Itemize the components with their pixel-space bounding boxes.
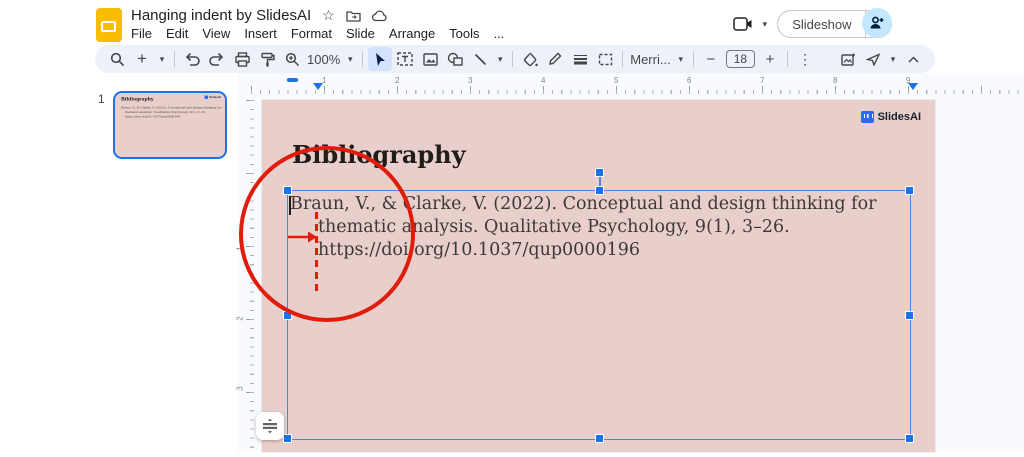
menu-slide[interactable]: Slide (339, 24, 382, 43)
print-icon[interactable] (230, 47, 254, 71)
annotation-hanging-indent-line (315, 212, 318, 294)
increase-font-size-icon[interactable]: + (758, 47, 782, 71)
ruler-number: 5 (614, 76, 618, 85)
right-indent-marker[interactable] (908, 83, 918, 90)
move-folder-icon[interactable] (346, 10, 361, 22)
slide-thumbnail[interactable]: SlidesAI Bibliography Braun, V., & Clark… (113, 91, 227, 159)
search-menus-icon[interactable] (105, 47, 129, 71)
menu-file[interactable]: File (124, 24, 159, 43)
slidesai-icon (205, 96, 209, 100)
border-dash-icon[interactable] (593, 47, 617, 71)
google-slides-logo[interactable] (96, 8, 122, 42)
undo-icon[interactable] (180, 47, 204, 71)
annotation-circle (239, 146, 415, 322)
insert-image-icon[interactable] (418, 47, 442, 71)
share-button[interactable] (862, 8, 892, 38)
toolbar-separator (362, 51, 363, 67)
thumbnail-slidesai-badge: SlidesAI (205, 96, 221, 100)
border-weight-icon[interactable] (568, 47, 592, 71)
resize-handle-top-right[interactable] (906, 187, 913, 194)
menu-bar: File Edit View Insert Format Slide Arran… (124, 24, 511, 43)
menu-edit[interactable]: Edit (159, 24, 195, 43)
annotation-arrow-icon (288, 228, 318, 246)
resize-handle-bottom-right[interactable] (906, 435, 913, 442)
ruler-number: 7 (760, 76, 764, 85)
toolbar-separator (693, 51, 694, 67)
document-title[interactable]: Hanging indent by SlidesAI (131, 7, 311, 24)
decrease-font-size-icon[interactable]: − (699, 47, 723, 71)
ruler-number: 3 (468, 76, 472, 85)
autofit-icon (263, 418, 277, 434)
toolbar: + ▾ 100% ▾ (95, 45, 935, 73)
camera-dropdown-icon[interactable]: ▾ (763, 19, 768, 30)
font-size-input[interactable]: 18 (726, 50, 755, 68)
zoom-dropdown-icon[interactable]: ▾ (343, 47, 357, 71)
toolbar-separator (787, 51, 788, 67)
ruler-number: 2 (236, 316, 245, 320)
star-icon[interactable]: ☆ (322, 7, 335, 24)
ruler-number: 2 (395, 76, 399, 85)
menu-arrange[interactable]: Arrange (382, 24, 442, 43)
thumbnail-text-line: https://doi.org/10.1037/qup0000196 (125, 115, 180, 119)
font-dropdown-icon[interactable]: ▾ (674, 47, 688, 71)
paint-format-icon[interactable] (255, 47, 279, 71)
slideshow-label[interactable]: Slideshow (778, 11, 866, 37)
menu-overflow[interactable]: ... (487, 24, 512, 43)
image-placeholder-icon[interactable] (836, 47, 860, 71)
toolbar-separator (622, 51, 623, 67)
thumbnail-text-line: thematic analysis. Qualitative Psycholog… (125, 111, 206, 115)
more-options-icon[interactable]: ⋮ (793, 47, 817, 71)
thumbnail-text-line: Braun, V., & Clarke, V. (2022). Conceptu… (121, 106, 222, 110)
menu-insert[interactable]: Insert (237, 24, 284, 43)
toolbar-separator (174, 51, 175, 67)
select-tool-icon[interactable] (368, 47, 392, 71)
text-box-icon[interactable] (393, 47, 417, 71)
line-dropdown-icon[interactable]: ▾ (493, 47, 507, 71)
zoom-in-icon[interactable] (280, 47, 304, 71)
toolbar-separator (512, 51, 513, 67)
collapse-menus-icon[interactable] (901, 47, 925, 71)
slides-logo-glyph (101, 21, 116, 32)
slide-number: 1 (98, 92, 105, 106)
google-slides-window: Hanging indent by SlidesAI ☆ File Edit V… (0, 0, 1024, 457)
resize-handle-middle-right[interactable] (906, 312, 913, 319)
meet-camera-icon[interactable] (733, 17, 753, 31)
fill-color-icon[interactable] (518, 47, 542, 71)
ruler-number: 4 (541, 76, 545, 85)
insert-line-icon[interactable] (468, 47, 492, 71)
thumbnail-title: Bibliography (121, 97, 154, 102)
menu-view[interactable]: View (195, 24, 237, 43)
menu-tools[interactable]: Tools (442, 24, 486, 43)
new-slide-dropdown-icon[interactable]: ▾ (155, 47, 169, 71)
redo-icon[interactable] (205, 47, 229, 71)
slidesai-icon (861, 111, 874, 123)
cloud-status-icon[interactable] (372, 10, 388, 22)
insert-shape-icon[interactable] (443, 47, 467, 71)
first-line-indent-marker[interactable] (287, 78, 298, 82)
autofit-text-button[interactable] (256, 412, 284, 440)
resize-handle-top-middle[interactable] (596, 187, 603, 194)
menu-format[interactable]: Format (284, 24, 339, 43)
rotation-handle[interactable] (596, 169, 603, 176)
hanging-indent-marker[interactable] (313, 83, 323, 90)
ruler-number: 3 (236, 386, 245, 390)
slidesai-watermark: SlidesAI (861, 111, 921, 123)
person-add-icon (869, 16, 885, 30)
pointer-tool-icon[interactable] (861, 47, 885, 71)
ruler-number: 8 (833, 76, 837, 85)
border-color-icon[interactable] (543, 47, 567, 71)
resize-handle-bottom-left[interactable] (284, 435, 291, 442)
new-slide-icon[interactable]: + (130, 47, 154, 71)
font-family-value[interactable]: Merri... (628, 52, 672, 67)
pointer-dropdown-icon[interactable]: ▾ (886, 47, 900, 71)
ruler-number: 6 (687, 76, 691, 85)
resize-handle-bottom-middle[interactable] (596, 435, 603, 442)
zoom-value[interactable]: 100% (305, 52, 342, 67)
